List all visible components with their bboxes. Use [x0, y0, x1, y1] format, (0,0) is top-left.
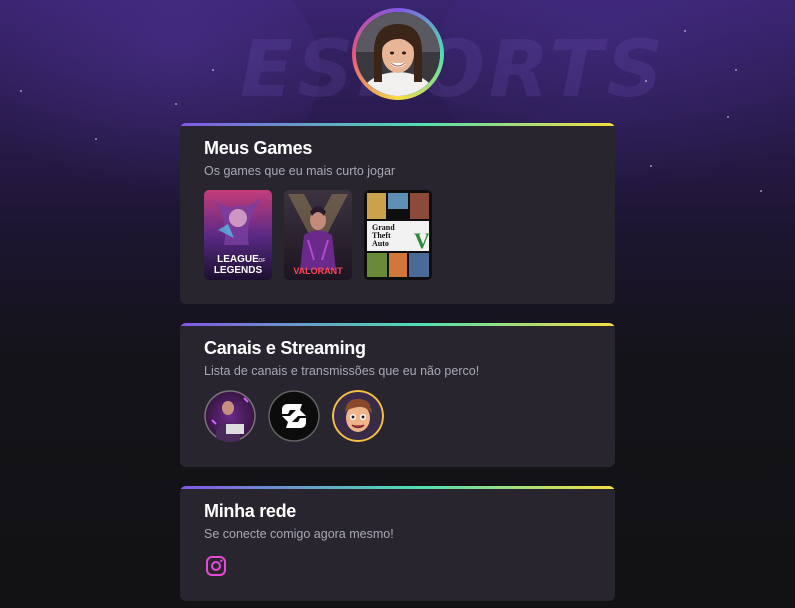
star-decoration [175, 103, 177, 105]
section-title: Canais e Streaming [204, 338, 366, 358]
section-subtitle: Se conecte comigo agora mesmo! [204, 527, 394, 541]
game-gta-v[interactable]: Grand Theft Auto V [364, 190, 432, 280]
channels-list [204, 390, 384, 442]
star-decoration [20, 90, 22, 92]
game-logo-text: VALORANT [293, 266, 343, 276]
network-card: Minha rede Se conecte comigo agora mesmo… [180, 486, 615, 601]
star-decoration [684, 30, 686, 32]
instagram-icon[interactable] [204, 554, 228, 578]
game-logo-text: LEAGUE [217, 254, 259, 265]
star-decoration [727, 116, 729, 118]
game-logo-text: OF [259, 258, 266, 264]
star-decoration [645, 80, 647, 82]
game-valorant[interactable]: VALORANT [284, 190, 352, 280]
star-decoration [212, 69, 214, 71]
channel-streamer-avatar[interactable] [204, 390, 256, 442]
game-logo-text: V [414, 228, 430, 253]
games-card: Meus Games Os games que eu mais curto jo… [180, 123, 615, 304]
page: ESPORTS Meus Games Os games que eu mais … [0, 0, 795, 608]
star-decoration [95, 138, 97, 140]
game-league-of-legends[interactable]: LEAGUE OF LEGENDS [204, 190, 272, 280]
section-title: Minha rede [204, 501, 297, 521]
section-title: Meus Games [204, 138, 313, 158]
star-decoration [735, 69, 737, 71]
channels-card: Canais e Streaming Lista de canais e tra… [180, 323, 615, 467]
section-subtitle: Lista de canais e transmissões que eu nã… [204, 364, 480, 378]
game-logo-text: LEGENDS [214, 265, 263, 276]
channel-cartoon-avatar[interactable] [332, 390, 384, 442]
section-subtitle: Os games que eu mais curto jogar [204, 164, 396, 178]
channel-c-logo[interactable] [268, 390, 320, 442]
avatar [352, 8, 444, 100]
game-logo-text: Auto [372, 239, 389, 248]
star-decoration [760, 190, 762, 192]
star-decoration [650, 165, 652, 167]
games-list: LEAGUE OF LEGENDS VALORANT Grand Theft A… [204, 190, 432, 280]
profile-photo-icon [356, 12, 440, 96]
